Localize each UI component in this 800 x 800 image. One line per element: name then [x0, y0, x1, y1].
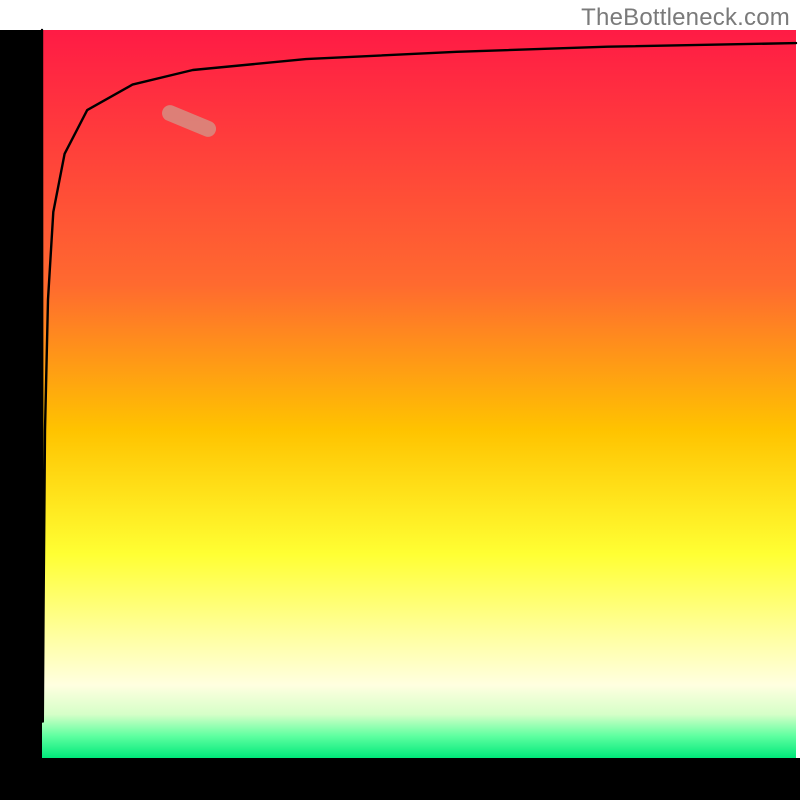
bottleneck-chart-svg	[0, 0, 800, 800]
watermark-label: TheBottleneck.com	[581, 4, 790, 32]
plot-background	[42, 30, 796, 758]
axis-left-border	[0, 30, 42, 800]
axis-bottom-border	[0, 758, 800, 800]
chart-container: TheBottleneck.com	[0, 0, 800, 800]
